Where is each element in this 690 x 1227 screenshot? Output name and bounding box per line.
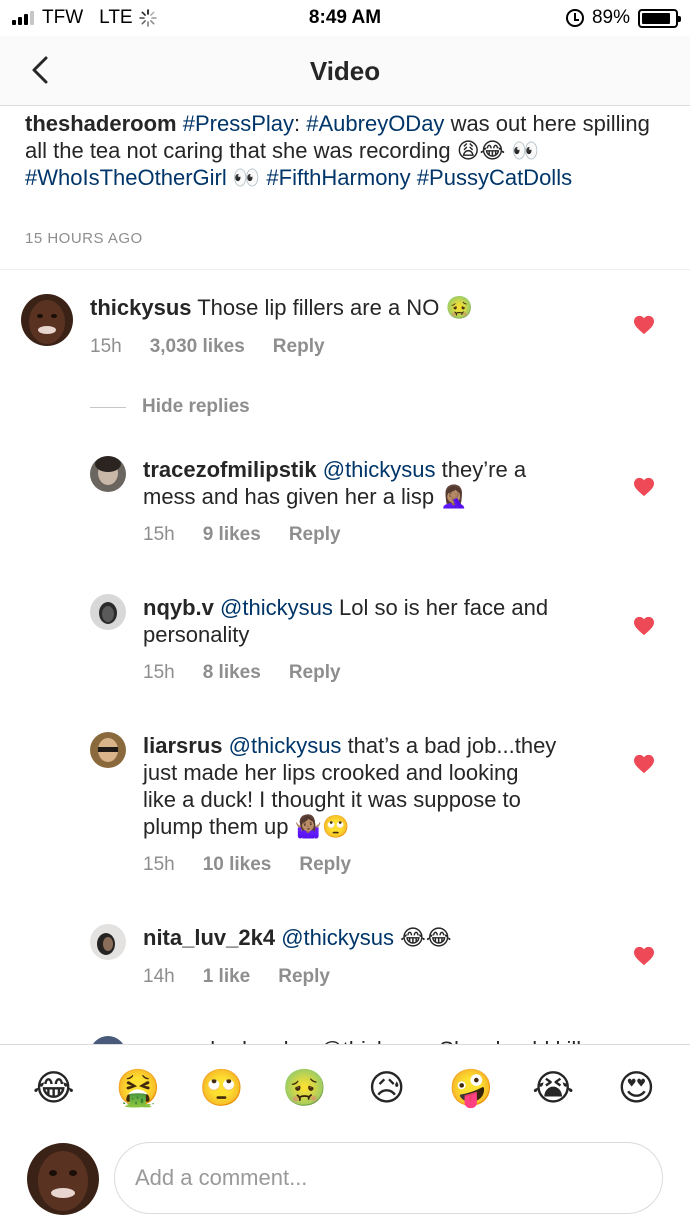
caption-hashtag[interactable]: #FifthHarmony xyxy=(266,165,410,190)
reply-mention[interactable]: @thickysus xyxy=(323,457,436,482)
reply-username[interactable]: nqyb.v xyxy=(143,595,214,620)
caption-emoji: 👀 xyxy=(511,138,539,163)
reply-body: just made her lips crooked and looking xyxy=(143,760,519,785)
caption-emoji: 👀 xyxy=(232,165,261,190)
post-caption: theshaderoom #PressPlay: #AubreyODay was… xyxy=(25,110,665,191)
reply-text: nita_luv_2k4 @thickysus 😂😂 xyxy=(143,924,613,951)
reply-time: 15h xyxy=(143,662,175,683)
reply-body: personality xyxy=(143,622,250,647)
avatar[interactable] xyxy=(90,456,126,492)
reply-emoji: 😂😂 xyxy=(400,925,452,950)
likes-count[interactable]: 3,030 likes xyxy=(150,336,245,358)
caption-hashtag[interactable]: #AubreyODay xyxy=(306,111,444,136)
comment-username[interactable]: thickysus xyxy=(90,295,192,320)
battery-fill xyxy=(642,12,671,24)
status-bar: TFW LTE 8:49 AM 89% xyxy=(0,0,690,36)
avatar[interactable] xyxy=(21,294,73,346)
battery-icon xyxy=(638,8,681,28)
reply-body: they’re a xyxy=(441,457,527,482)
heart-icon[interactable] xyxy=(633,477,655,497)
reply-meta: 15h 8 likes Reply xyxy=(143,662,341,684)
avatar[interactable] xyxy=(90,924,126,960)
reply-username[interactable]: tracezofmilipstik xyxy=(143,457,317,482)
comment-meta: 15h 3,030 likes Reply xyxy=(90,336,325,358)
caption-hashtag[interactable]: #PussyCatDolls xyxy=(417,165,572,190)
page-title: Video xyxy=(309,56,381,86)
emoji-button[interactable]: 🤢 xyxy=(282,1067,327,1109)
reply-mention[interactable]: @thickysus xyxy=(220,595,333,620)
caption-emoji: 😩😂 xyxy=(456,138,506,163)
status-right: 89% xyxy=(565,7,681,29)
reply-button[interactable]: Reply xyxy=(289,662,341,684)
comment-body: Those lip fillers are a NO xyxy=(197,295,440,320)
reply-username[interactable]: liarsrus xyxy=(143,733,223,758)
reply-body: like a duck! I thought it was suppose to xyxy=(143,787,521,812)
likes-count[interactable]: 1 like xyxy=(203,966,251,988)
heart-icon[interactable] xyxy=(633,616,655,636)
reply-meta: 14h 1 like Reply xyxy=(143,966,330,988)
reply-meta: 15h 9 likes Reply xyxy=(143,524,341,546)
hide-replies-button[interactable]: Hide replies xyxy=(90,396,250,418)
reply-button[interactable]: Reply xyxy=(289,524,341,546)
emoji-button[interactable]: 😥 xyxy=(366,1067,408,1109)
reply-emoji: 🤦🏽‍♀️ xyxy=(440,484,468,509)
divider xyxy=(0,269,690,270)
caption-hashtag[interactable]: #PressPlay xyxy=(183,111,294,136)
reply-body: mess and has given her a lisp xyxy=(143,484,435,509)
hide-replies-label: Hide replies xyxy=(142,396,250,417)
reply-text: liarsrus @thickysus that’s a bad job...t… xyxy=(143,732,613,840)
nav-bar: Video xyxy=(0,36,690,106)
reply-body: that’s a bad job...they xyxy=(347,733,557,758)
reply-button[interactable]: Reply xyxy=(273,336,325,358)
emoji-button[interactable]: 🤮 xyxy=(116,1067,161,1109)
reply-time: 15h xyxy=(143,854,175,875)
reply-time: 15h xyxy=(143,524,175,545)
reply-body: Lol so is her face and xyxy=(338,595,549,620)
emoji-button[interactable]: 😍 xyxy=(615,1067,657,1109)
emoji-button[interactable]: 😭 xyxy=(532,1067,574,1109)
comment-input[interactable]: Add a comment... xyxy=(114,1142,663,1214)
avatar[interactable] xyxy=(90,594,126,630)
reply-username[interactable]: nita_luv_2k4 xyxy=(143,925,275,950)
reply-text: tracezofmilipstik @thickysus they’re a m… xyxy=(143,456,613,510)
comment-time: 15h xyxy=(90,336,122,357)
emoji-button[interactable]: 😂 xyxy=(33,1067,75,1109)
heart-icon[interactable] xyxy=(633,315,655,335)
caption-separator: : xyxy=(294,111,301,136)
caption-timestamp: 15 HOURS AGO xyxy=(25,230,143,247)
heart-icon[interactable] xyxy=(633,754,655,774)
emoji-quick-bar: 😂 🤮 🙄 🤢 😥 🤪 😭 😍 xyxy=(0,1067,690,1115)
reply-body: plump them up xyxy=(143,814,289,839)
comment-composer: 😂 🤮 🙄 🤢 😥 🤪 😭 😍 Add a comment... xyxy=(0,1044,690,1227)
reply-button[interactable]: Reply xyxy=(299,854,351,876)
comment-emoji: 🤢 xyxy=(445,295,473,320)
reply-text: nqyb.v @thickysus Lol so is her face and… xyxy=(143,594,613,648)
comment-text: thickysus Those lip fillers are a NO 🤢 xyxy=(90,294,590,321)
likes-count[interactable]: 10 likes xyxy=(203,854,272,876)
caption-hashtag[interactable]: #WhoIsTheOtherGirl xyxy=(25,165,227,190)
reply-time: 14h xyxy=(143,966,175,987)
emoji-button[interactable]: 🤪 xyxy=(449,1067,494,1109)
hide-replies-line xyxy=(90,406,126,408)
heart-icon[interactable] xyxy=(633,946,655,966)
battery-percent: 89% xyxy=(591,7,630,28)
alarm-icon xyxy=(565,9,584,27)
reply-mention[interactable]: @thickysus xyxy=(229,733,342,758)
reply-meta: 15h 10 likes Reply xyxy=(143,854,351,876)
caption-username[interactable]: theshaderoom xyxy=(25,111,177,136)
user-avatar xyxy=(27,1143,99,1215)
reply-mention[interactable]: @thickysus xyxy=(281,925,394,950)
reply-button[interactable]: Reply xyxy=(278,966,330,988)
likes-count[interactable]: 9 likes xyxy=(203,524,261,546)
avatar[interactable] xyxy=(90,732,126,768)
emoji-button[interactable]: 🙄 xyxy=(199,1067,244,1109)
reply-emoji: 🤷🏽‍♀️🙄 xyxy=(294,814,350,839)
likes-count[interactable]: 8 likes xyxy=(203,662,261,684)
